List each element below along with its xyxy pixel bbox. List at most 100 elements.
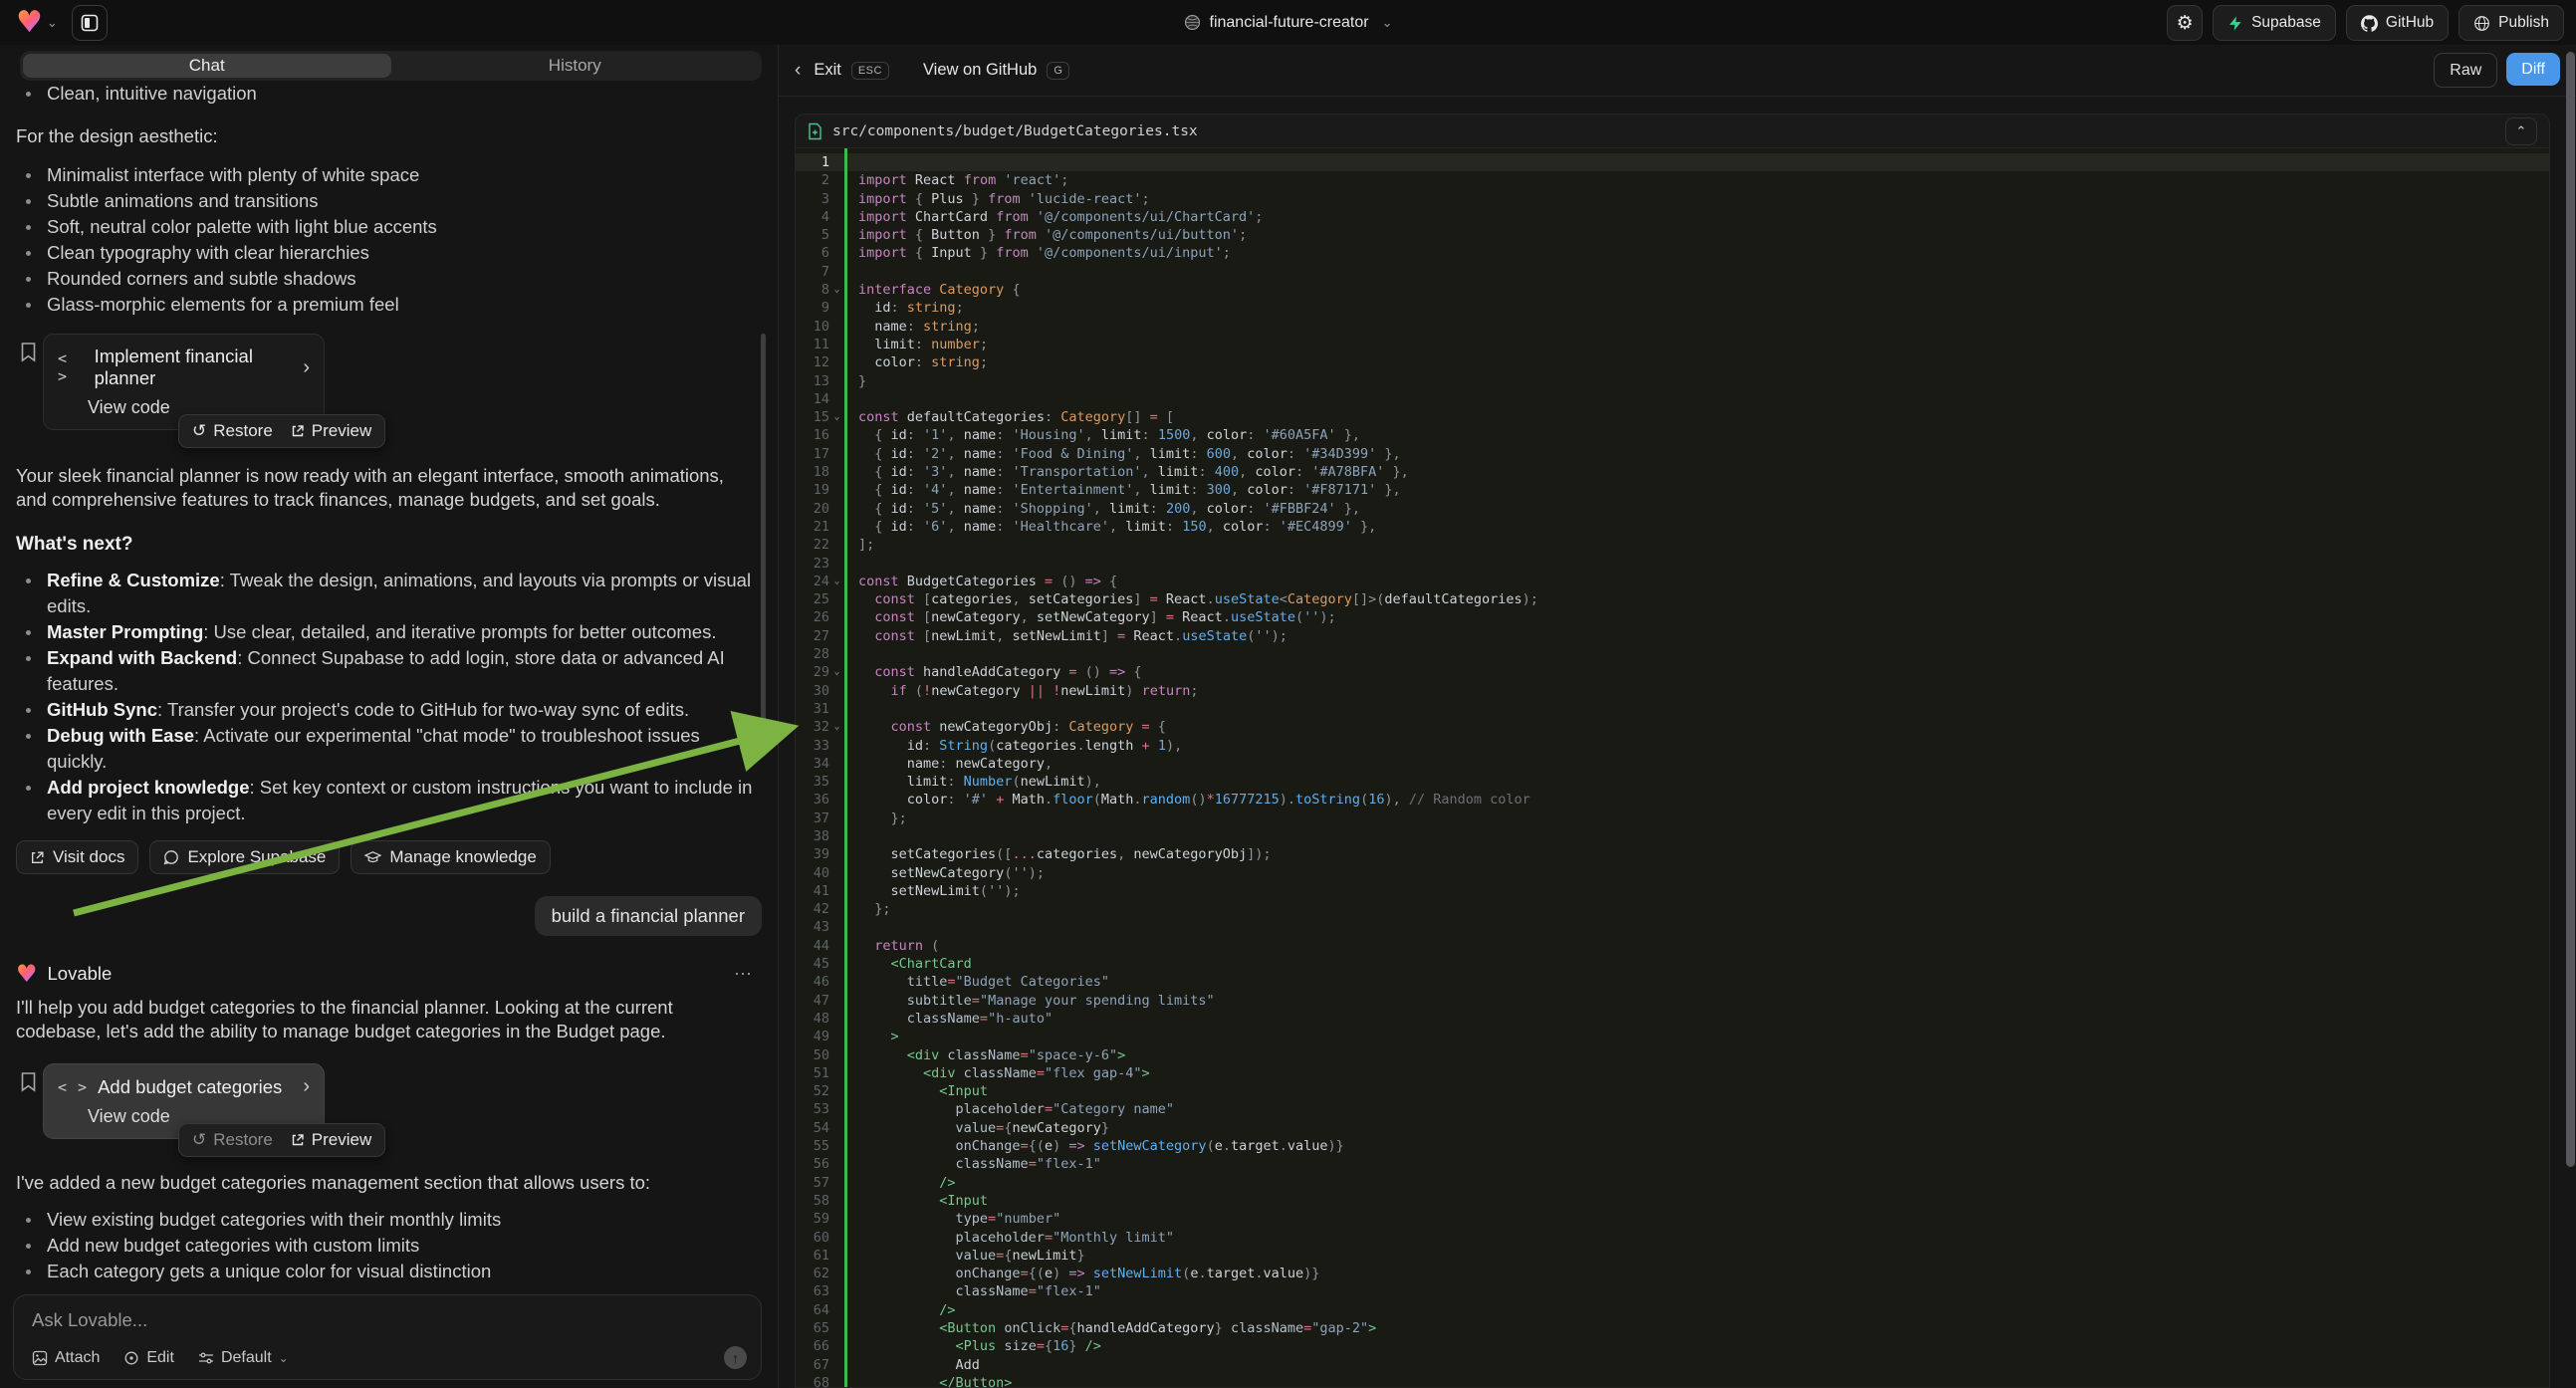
top-bar: ♥ ⌄ financial-future-creator ⌄ ⚙ Supabas…: [0, 0, 2576, 45]
list-item: View existing budget categories with the…: [16, 1207, 762, 1233]
code-line: 68 </Button>: [796, 1374, 2549, 1388]
chat-scrollbar[interactable]: [761, 334, 766, 757]
back-chevron-icon[interactable]: ‹: [795, 60, 801, 82]
quick-actions-row: Visit docs Explore Supabase Manage knowl…: [16, 840, 762, 874]
toggle-sidebar-button[interactable]: [72, 5, 108, 41]
list-item: GitHub Sync: Transfer your project's cod…: [16, 697, 762, 723]
supabase-label: Supabase: [2251, 14, 2321, 32]
code-line: 6import { Input } from '@/components/ui/…: [796, 244, 2549, 262]
code-line: 37 };: [796, 810, 2549, 827]
code-line: 43: [796, 918, 2549, 936]
edit-button[interactable]: Edit: [123, 1349, 174, 1367]
list-item: Minimalist interface with plenty of whit…: [16, 162, 762, 188]
restore-button[interactable]: ↺ Restore: [192, 1130, 273, 1150]
sliders-icon: [198, 1351, 214, 1365]
github-label: GitHub: [2386, 14, 2434, 32]
card-hover-toolbar: ↺ Restore Preview: [178, 1123, 385, 1157]
attach-button[interactable]: Attach: [32, 1349, 100, 1367]
code-line: 16 { id: '1', name: 'Housing', limit: 15…: [796, 426, 2549, 444]
list-item: Glass-morphic elements for a premium fee…: [16, 292, 762, 318]
code-line: 22];: [796, 536, 2549, 554]
composer-placeholder[interactable]: Ask Lovable...: [32, 1309, 745, 1331]
gear-icon: ⚙: [2177, 12, 2194, 34]
code-line: 13}: [796, 372, 2549, 390]
code-line: 58 <Input: [796, 1192, 2549, 1210]
version-card-implement-financial-planner[interactable]: < > Implement financial planner › View c…: [43, 334, 325, 430]
code-line: 52 <Input: [796, 1082, 2549, 1100]
explore-supabase-button[interactable]: Explore Supabase: [149, 840, 340, 874]
ready-paragraph: Your sleek financial planner is now read…: [16, 464, 755, 512]
help-paragraph: I'll help you add budget categories to t…: [16, 996, 755, 1043]
code-icon: < >: [58, 1078, 88, 1096]
manage-knowledge-button[interactable]: Manage knowledge: [351, 840, 550, 874]
code-line: 18 { id: '3', name: 'Transportation', li…: [796, 463, 2549, 481]
code-line: 19 { id: '4', name: 'Entertainment', lim…: [796, 481, 2549, 499]
exit-button[interactable]: Exit: [814, 61, 841, 80]
diff-toggle-button[interactable]: Diff: [2506, 53, 2560, 86]
visit-docs-button[interactable]: Visit docs: [16, 840, 138, 874]
raw-toggle-button[interactable]: Raw: [2434, 53, 2497, 88]
github-button[interactable]: GitHub: [2346, 5, 2449, 41]
code-line: 40 setNewCategory('');: [796, 864, 2549, 882]
code-line: 27 const [newLimit, setNewLimit] = React…: [796, 627, 2549, 645]
version-card-title: Add budget categories: [98, 1076, 282, 1098]
mode-selector[interactable]: Default ⌄: [198, 1349, 289, 1367]
code-block[interactable]: 1 2import React from 'react';3import { P…: [795, 147, 2550, 1388]
list-item: Refine & Customize: Tweak the design, an…: [16, 568, 762, 619]
target-icon: [123, 1350, 139, 1366]
code-line: 7: [796, 263, 2549, 281]
window-scrollbar[interactable]: [2566, 52, 2575, 1167]
code-line: 32⌄ const newCategoryObj: Category = {: [796, 718, 2549, 736]
code-line: 35 limit: Number(newLimit),: [796, 773, 2549, 791]
chat-composer[interactable]: Ask Lovable... Attach Edit: [13, 1294, 762, 1380]
code-line: 25 const [categories, setCategories] = R…: [796, 590, 2549, 608]
message-menu-button[interactable]: ⋯: [734, 964, 754, 985]
chat-bullet-top: Clean, intuitive navigation: [16, 81, 762, 107]
bookmark-icon[interactable]: [20, 1071, 37, 1092]
code-line: 49 >: [796, 1028, 2549, 1045]
collapse-file-button[interactable]: ⌃: [2505, 117, 2537, 145]
project-chevron-down-icon: ⌄: [1382, 15, 1393, 31]
code-line: 44 return (: [796, 937, 2549, 955]
restore-button[interactable]: ↺ Restore: [192, 421, 273, 441]
whats-next-heading: What's next?: [16, 534, 762, 556]
code-viewer-panel: ‹ Exit ESC View on GitHub G Raw Diff src…: [778, 45, 2576, 1388]
send-button[interactable]: ↑: [724, 1346, 747, 1369]
graduation-cap-icon: [364, 850, 381, 865]
chevron-down-icon: ⌄: [279, 1351, 289, 1365]
publish-globe-icon: [2473, 15, 2490, 32]
code-line: 45 <ChartCard: [796, 955, 2549, 973]
project-switcher[interactable]: financial-future-creator ⌄: [1184, 14, 1393, 32]
added-paragraph: I've added a new budget categories manag…: [16, 1171, 755, 1195]
image-icon: [32, 1350, 48, 1366]
version-card-1-row: < > Implement financial planner › View c…: [16, 334, 762, 430]
code-line: 59 type="number": [796, 1210, 2549, 1228]
external-link-icon: [291, 424, 305, 438]
card-hover-toolbar: ↺ Restore Preview: [178, 414, 385, 448]
version-card-add-budget-categories[interactable]: < > Add budget categories › View code ↺ …: [43, 1063, 325, 1139]
logo-chevron-down-icon[interactable]: ⌄: [47, 15, 58, 31]
design-intro-text: For the design aesthetic:: [16, 124, 755, 148]
whats-next-list: Refine & Customize: Tweak the design, an…: [16, 568, 762, 826]
code-line: 11 limit: number;: [796, 336, 2549, 353]
esc-shortcut-badge: ESC: [851, 62, 889, 80]
supabase-button[interactable]: Supabase: [2213, 5, 2336, 41]
code-line: 23: [796, 555, 2549, 573]
list-item: Clean, intuitive navigation: [16, 81, 762, 107]
tab-chat[interactable]: Chat: [23, 54, 391, 78]
code-line: 64 />: [796, 1301, 2549, 1319]
publish-label: Publish: [2498, 14, 2549, 32]
bookmark-icon[interactable]: [20, 342, 37, 362]
lovable-logo-icon[interactable]: ♥: [16, 8, 43, 38]
file-header[interactable]: src/components/budget/BudgetCategories.t…: [795, 114, 2550, 148]
preview-button[interactable]: Preview: [291, 1130, 371, 1150]
list-item: Rounded corners and subtle shadows: [16, 266, 762, 292]
code-line: 42 };: [796, 900, 2549, 918]
view-on-github-button[interactable]: View on GitHub: [923, 61, 1037, 80]
publish-button[interactable]: Publish: [2459, 5, 2564, 41]
settings-button[interactable]: ⚙: [2167, 5, 2203, 41]
version-card-2-row: < > Add budget categories › View code ↺ …: [16, 1063, 762, 1139]
code-line: 38: [796, 827, 2549, 845]
preview-button[interactable]: Preview: [291, 421, 371, 441]
tab-history[interactable]: History: [391, 54, 760, 78]
